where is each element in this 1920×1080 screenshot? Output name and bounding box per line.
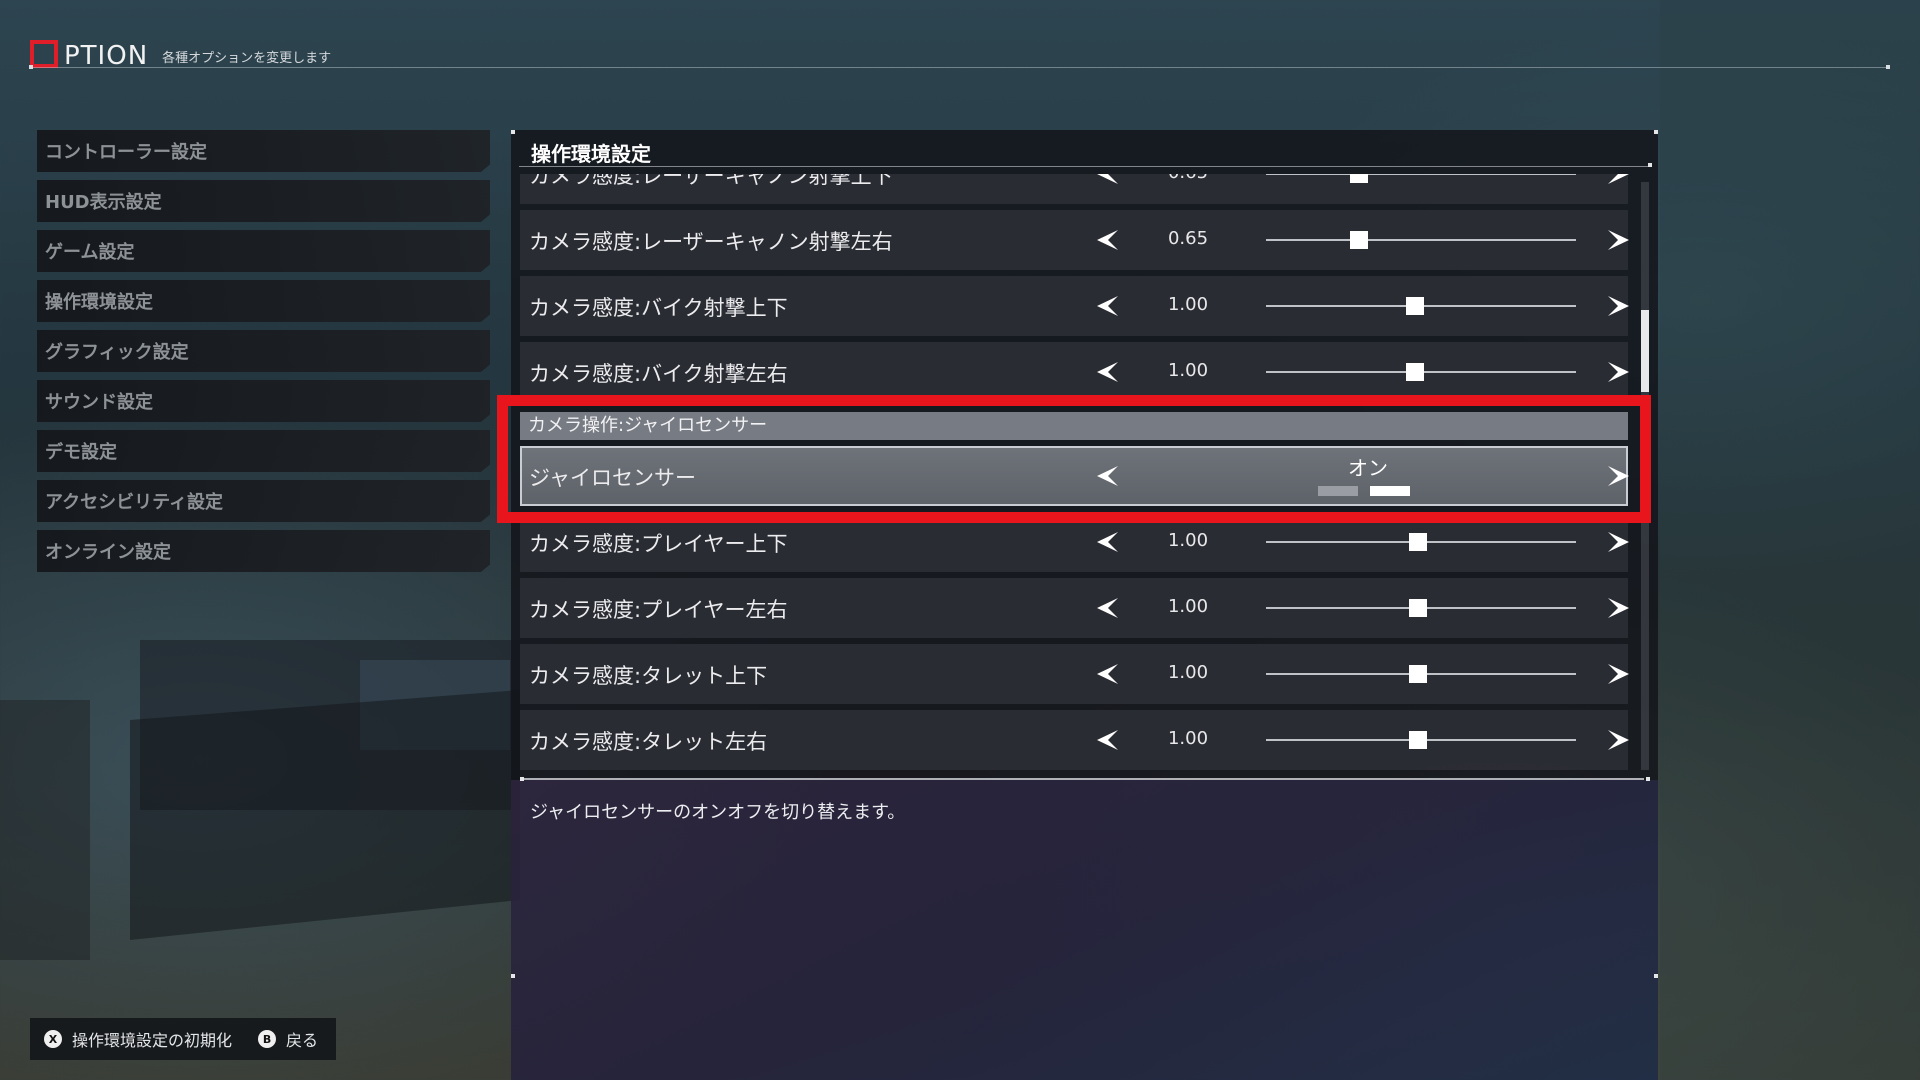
slider-thumb[interactable]	[1408, 599, 1427, 617]
decrease-arrow-icon[interactable]	[1094, 660, 1122, 688]
setting-row[interactable]: カメラ感度:バイク射撃上下 1.00	[520, 276, 1629, 336]
option-logo-o	[30, 40, 58, 68]
panel-corner-tl	[511, 130, 515, 134]
panel-title-divider	[519, 166, 1652, 167]
setting-description: ジャイロセンサーのオンオフを切り替えます。	[530, 802, 906, 823]
decrease-arrow-icon[interactable]	[1094, 292, 1122, 320]
setting-row[interactable]: カメラ感度:タレット左右 1.00	[520, 710, 1629, 770]
slider-thumb[interactable]	[1408, 665, 1427, 683]
sidebar-item-hud[interactable]: HUD表示設定	[37, 180, 490, 222]
setting-label: カメラ感度:タレット左右	[529, 730, 768, 754]
x-button-icon: X	[44, 1030, 62, 1048]
setting-row[interactable]: カメラ感度:レーザーキャノン射撃上下 0.65	[520, 174, 1629, 204]
b-button-icon: B	[258, 1030, 277, 1048]
setting-label: カメラ感度:プレイヤー上下	[529, 532, 788, 556]
sidebar-item-label: オンライン設定	[45, 542, 171, 563]
slider-track[interactable]	[1266, 174, 1576, 175]
sidebar-item-label: HUD表示設定	[45, 192, 162, 213]
panel-title: 操作環境設定	[531, 142, 651, 166]
slider-thumb[interactable]	[1405, 297, 1424, 315]
increase-arrow-icon[interactable]	[1604, 226, 1632, 254]
sidebar-item-sound[interactable]: サウンド設定	[37, 380, 490, 422]
back-hint[interactable]: 戻る	[286, 1027, 318, 1051]
setting-value: 1.00	[1167, 360, 1209, 381]
increase-arrow-icon[interactable]	[1604, 174, 1632, 188]
setting-row[interactable]: カメラ感度:バイク射撃左右 1.00	[520, 342, 1629, 402]
slider-track[interactable]	[1266, 239, 1576, 241]
sidebar-item-label: アクセシビリティ設定	[45, 492, 224, 513]
increase-arrow-icon[interactable]	[1604, 528, 1632, 556]
slider-thumb[interactable]	[1350, 174, 1368, 183]
setting-value: 1.00	[1167, 530, 1209, 551]
sidebar-item-label: ゲーム設定	[45, 242, 135, 263]
panel-corner-br	[1654, 974, 1658, 978]
header-divider	[30, 67, 1890, 68]
setting-value: 0.65	[1167, 228, 1209, 249]
decrease-arrow-icon[interactable]	[1094, 358, 1122, 386]
setting-label: カメラ感度:プレイヤー左右	[529, 598, 788, 622]
option-header: PTION 各種オプションを変更します	[30, 28, 332, 71]
setting-label: カメラ感度:レーザーキャノン射撃左右	[529, 230, 893, 254]
setting-value: 1.00	[1167, 294, 1209, 315]
sidebar-item-label: コントローラー設定	[45, 142, 207, 163]
slider-thumb[interactable]	[1350, 231, 1368, 249]
increase-arrow-icon[interactable]	[1604, 594, 1632, 622]
sidebar-item-controller[interactable]: コントローラー設定	[37, 130, 490, 172]
sidebar-item-accessibility[interactable]: アクセシビリティ設定	[37, 480, 490, 522]
setting-label: カメラ感度:タレット上下	[529, 664, 768, 688]
increase-arrow-icon[interactable]	[1604, 660, 1632, 688]
highlight-box	[497, 395, 1651, 523]
sidebar-item-label: 操作環境設定	[45, 292, 153, 313]
option-title: PTION	[64, 41, 149, 71]
increase-arrow-icon[interactable]	[1604, 292, 1632, 320]
description-divider-dot-right	[1646, 777, 1650, 781]
reset-settings-hint[interactable]: 操作環境設定の初期化	[72, 1027, 232, 1051]
setting-row[interactable]: カメラ感度:レーザーキャノン射撃左右 0.65	[520, 210, 1629, 270]
panel-description-background	[511, 780, 1658, 1080]
option-subtitle: 各種オプションを変更します	[162, 51, 332, 66]
slider-thumb[interactable]	[1408, 533, 1427, 551]
settings-panel: 操作環境設定 カメラ感度:レーザーキャノン射撃上下 0.65 カメラ感度:レーザ…	[511, 130, 1658, 1080]
sidebar-item-label: サウンド設定	[45, 392, 153, 413]
setting-value: 0.65	[1148, 174, 1228, 183]
footer-hints: X 操作環境設定の初期化 B 戻る	[30, 1018, 336, 1060]
slider-thumb[interactable]	[1405, 363, 1424, 381]
panel-corner-bl	[511, 974, 515, 978]
sidebar-item-control-env[interactable]: 操作環境設定	[37, 280, 490, 322]
list-scrollbar-thumb[interactable]	[1641, 310, 1649, 392]
slider-thumb[interactable]	[1408, 731, 1427, 749]
settings-category-sidebar: コントローラー設定 HUD表示設定 ゲーム設定 操作環境設定 グラフィック設定 …	[37, 130, 490, 580]
setting-value: 1.00	[1167, 728, 1209, 749]
increase-arrow-icon[interactable]	[1604, 726, 1632, 754]
setting-label: カメラ感度:バイク射撃上下	[529, 296, 788, 320]
setting-row[interactable]: カメラ感度:プレイヤー左右 1.00	[520, 578, 1629, 638]
setting-label: カメラ感度:レーザーキャノン射撃上下	[529, 174, 893, 188]
decrease-arrow-icon[interactable]	[1094, 726, 1122, 754]
sidebar-item-label: グラフィック設定	[45, 342, 189, 363]
increase-arrow-icon[interactable]	[1604, 358, 1632, 386]
setting-label: カメラ感度:バイク射撃左右	[529, 362, 788, 386]
sidebar-item-game[interactable]: ゲーム設定	[37, 230, 490, 272]
setting-value: 1.00	[1167, 596, 1209, 617]
decrease-arrow-icon[interactable]	[1094, 594, 1122, 622]
title-divider-dot	[1648, 163, 1652, 167]
panel-corner-tr	[1654, 130, 1658, 134]
sidebar-item-online[interactable]: オンライン設定	[37, 530, 490, 572]
description-divider	[522, 778, 1644, 780]
setting-row[interactable]: カメラ感度:タレット上下 1.00	[520, 644, 1629, 704]
description-divider-dot-left	[520, 777, 524, 781]
sidebar-item-demo[interactable]: デモ設定	[37, 430, 490, 472]
setting-value: 1.00	[1167, 662, 1209, 683]
decrease-arrow-icon[interactable]	[1094, 226, 1122, 254]
sidebar-item-label: デモ設定	[45, 442, 117, 463]
header-divider-dot-left	[29, 65, 33, 69]
header-divider-dot-right	[1886, 65, 1890, 69]
sidebar-item-graphics[interactable]: グラフィック設定	[37, 330, 490, 372]
decrease-arrow-icon[interactable]	[1094, 528, 1122, 556]
decrease-arrow-icon[interactable]	[1094, 174, 1122, 188]
